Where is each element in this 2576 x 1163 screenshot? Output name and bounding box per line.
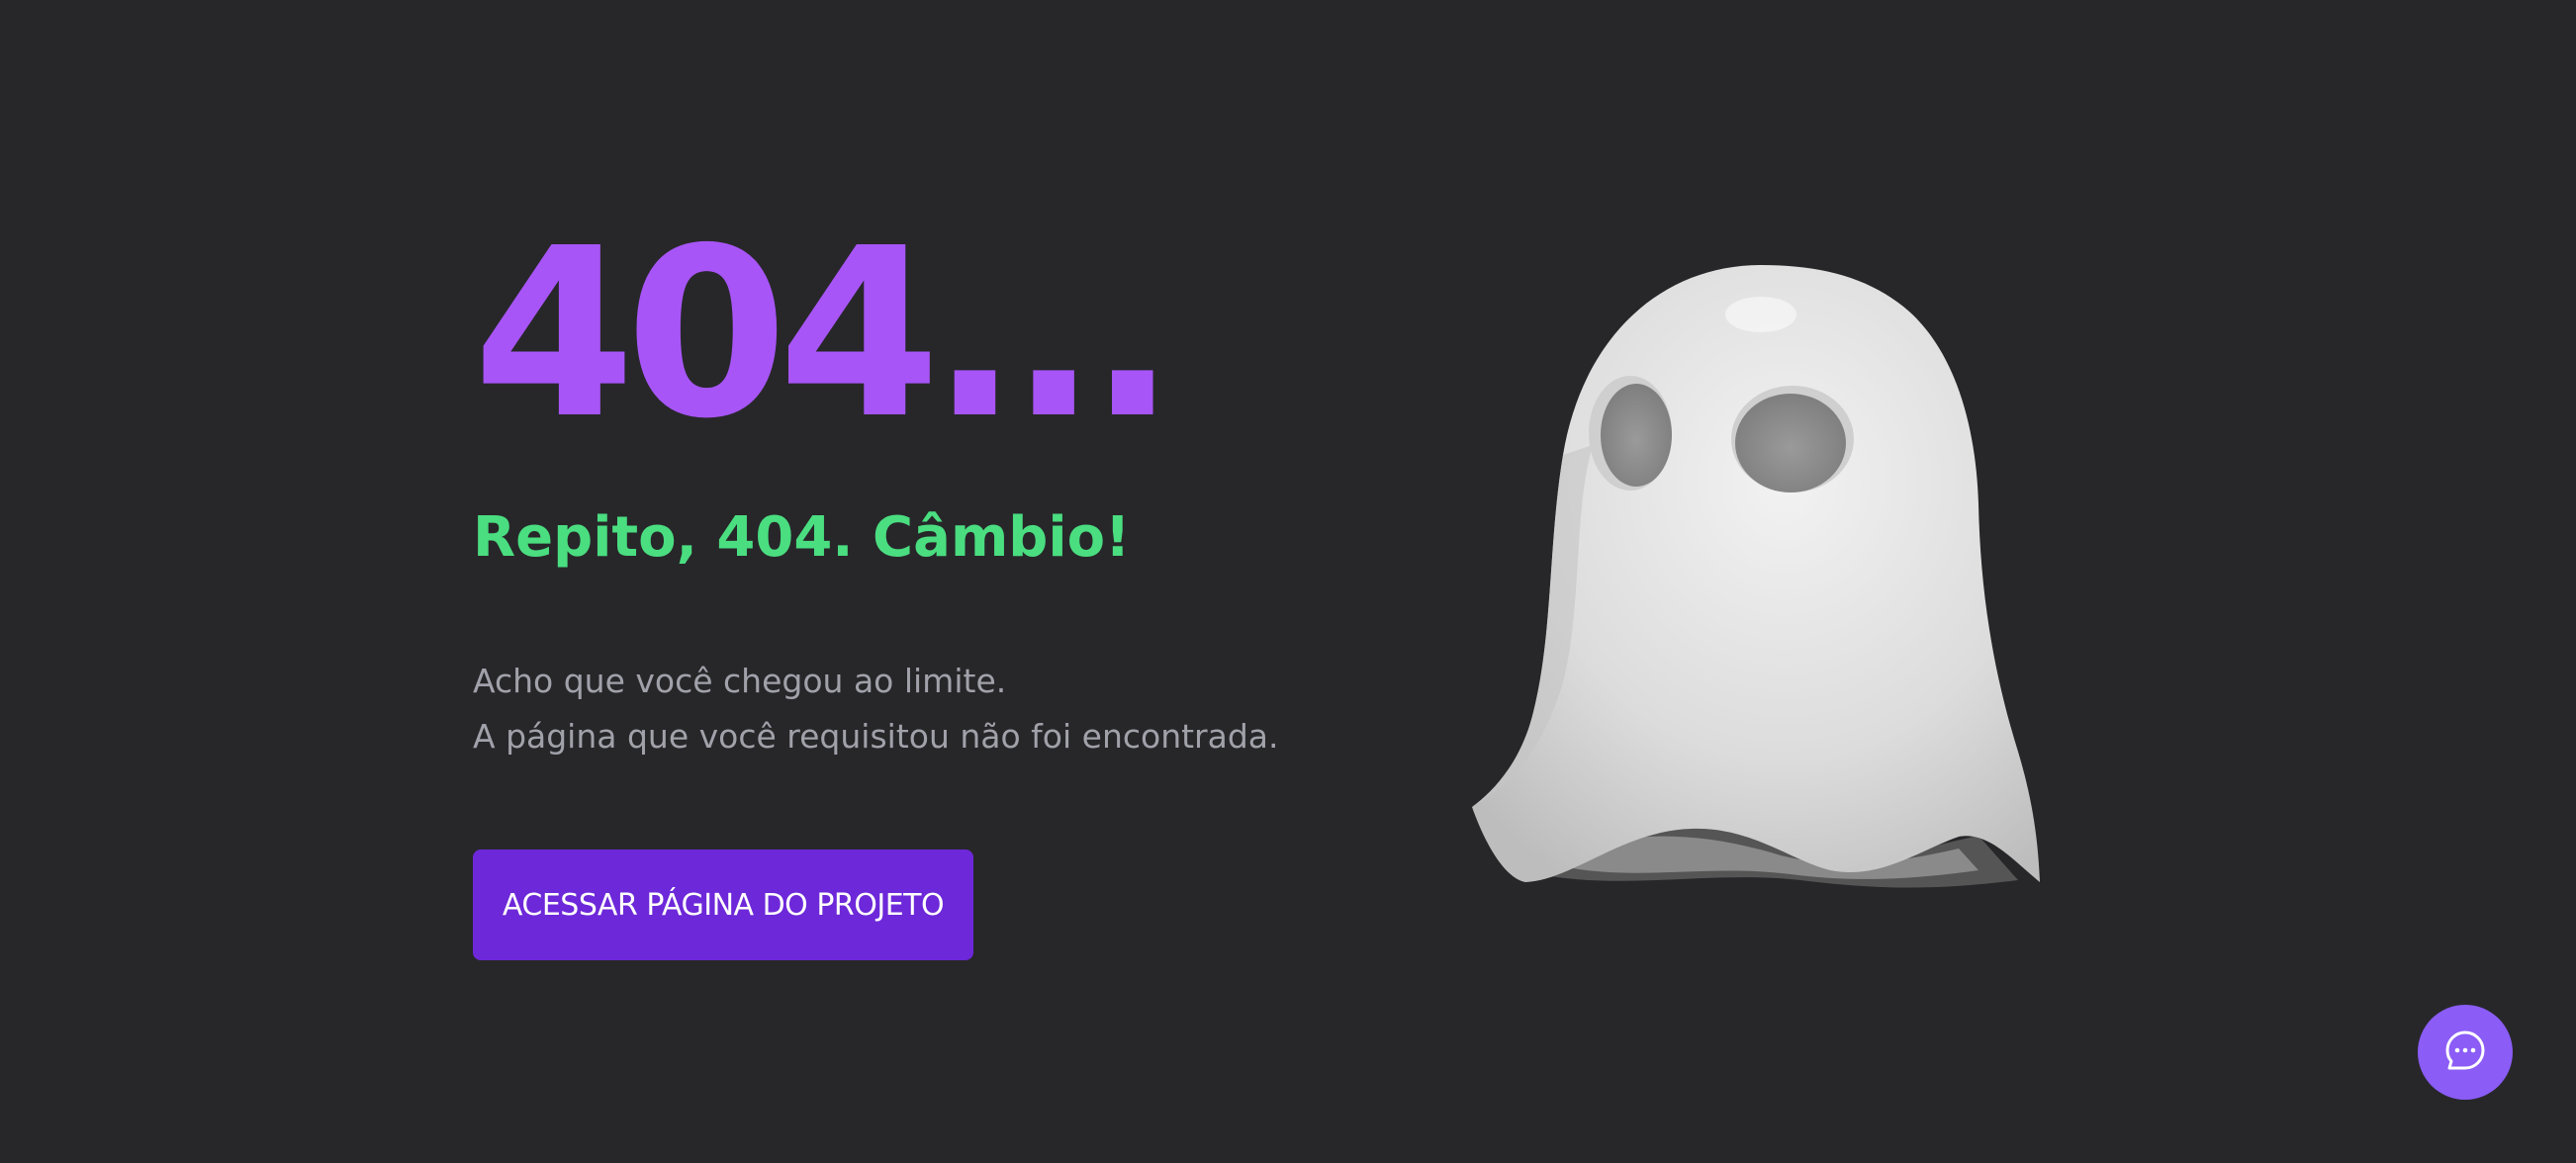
error-message-line-2: A página que você requisitou não foi enc… [473,717,1279,757]
not-found-page: 404... Repito, 404. Câmbio! Acho que voc… [0,0,2576,1163]
ghost-illustration [1464,257,2048,890]
chat-button[interactable] [2418,1005,2513,1100]
error-message-line-1: Acho que você chegou ao limite. [473,662,1007,701]
error-code-heading: 404... [473,198,1177,470]
error-message: Acho que você chegou ao limite. A página… [473,654,1363,764]
error-content: 404... Repito, 404. Câmbio! Acho que voc… [473,198,1363,961]
error-subtitle: Repito, 404. Câmbio! [473,505,1131,570]
chat-bubble-icon [2442,1028,2488,1077]
project-page-button[interactable]: ACESSAR PÁGINA DO PROJETO [473,850,973,961]
